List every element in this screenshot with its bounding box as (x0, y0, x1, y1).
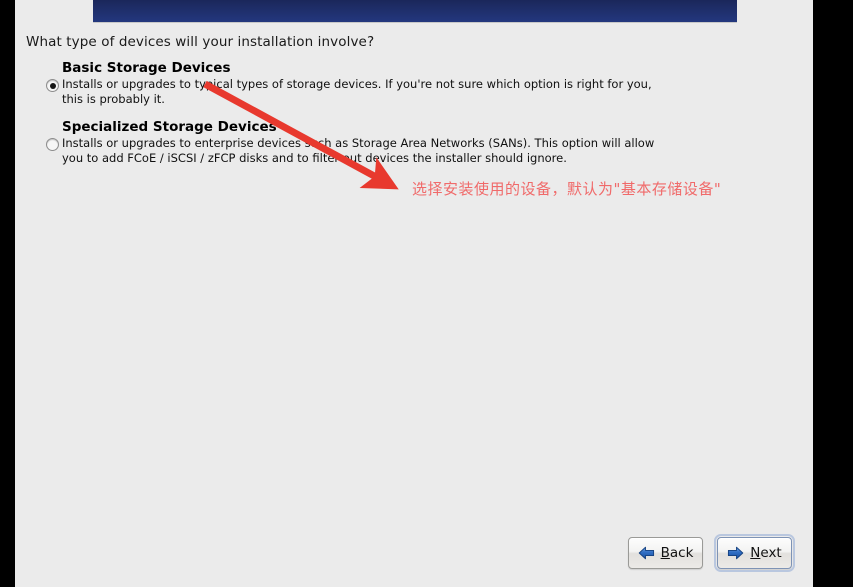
radio-unselected-icon[interactable] (46, 138, 59, 151)
button-bar: Back Next (15, 534, 813, 577)
next-button-accel: N (750, 545, 761, 561)
option-description-specialized-line2: you to add FCoE / iSCSI / zFCP disks and… (62, 150, 567, 165)
option-description-specialized: Installs or upgrades to enterprise devic… (62, 136, 682, 165)
option-description-specialized-line1: Installs or upgrades to enterprise devic… (62, 136, 655, 150)
next-button-rest: ext (760, 545, 782, 561)
option-title-basic: Basic Storage Devices (62, 60, 231, 76)
option-description-basic-line2: this is probably it. (62, 91, 165, 106)
banner-area (15, 0, 813, 24)
installer-banner-image (93, 0, 737, 23)
option-description-basic-line1: Installs or upgrades to typical types of… (62, 77, 652, 91)
back-button-label: Back (661, 545, 694, 561)
option-description-basic: Installs or upgrades to typical types of… (62, 77, 682, 106)
option-title-specialized: Specialized Storage Devices (62, 119, 277, 135)
next-button-label: Next (750, 545, 781, 561)
page-title: What type of devices will your installat… (26, 34, 375, 50)
back-button-accel: B (660, 545, 670, 561)
back-button[interactable]: Back (628, 537, 703, 569)
arrow-right-icon (728, 546, 744, 560)
screen-root: What type of devices will your installat… (0, 0, 853, 587)
installer-window: What type of devices will your installat… (15, 0, 813, 587)
annotation-text: 选择安装使用的设备，默认为"基本存储设备" (412, 180, 722, 198)
arrow-left-icon (638, 546, 654, 560)
radio-selected-icon[interactable] (46, 79, 59, 92)
next-button[interactable]: Next (714, 534, 795, 572)
back-button-rest: ack (669, 545, 694, 561)
